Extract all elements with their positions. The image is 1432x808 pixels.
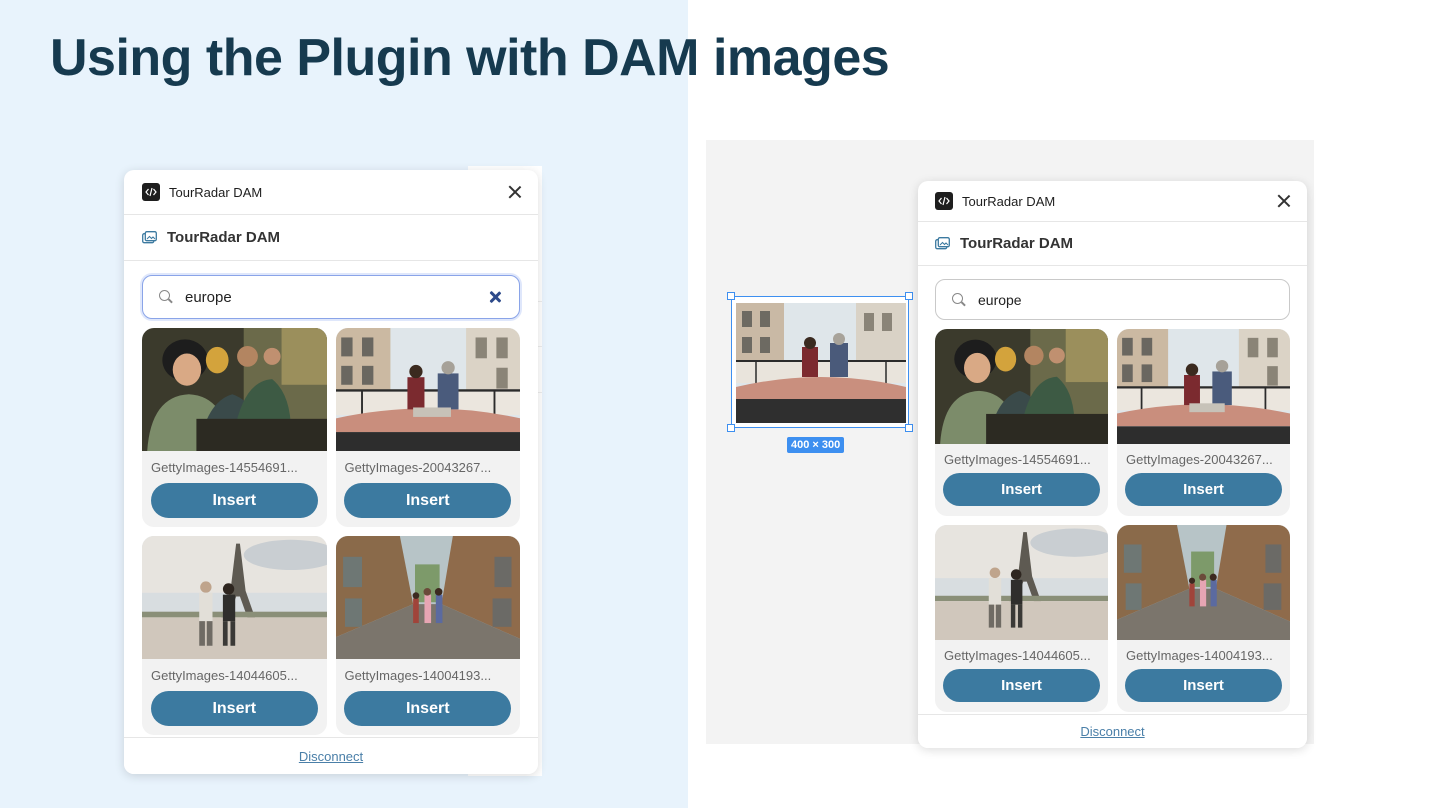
insert-button[interactable]: Insert bbox=[1125, 669, 1282, 702]
insert-button[interactable]: Insert bbox=[943, 669, 1100, 702]
image-library-icon bbox=[935, 237, 950, 250]
image-thumbnail[interactable] bbox=[935, 525, 1108, 640]
image-card: GettyImages-14554691... Insert bbox=[142, 328, 327, 527]
insert-button[interactable]: Insert bbox=[943, 473, 1100, 506]
image-thumbnail[interactable] bbox=[142, 328, 327, 451]
image-filename: GettyImages-20043267... bbox=[344, 460, 492, 475]
dam-header-title: TourRadar DAM bbox=[167, 229, 281, 246]
plugin-title: TourRadar DAM bbox=[962, 193, 1056, 209]
plugin-panel-right: TourRadar DAM TourRadar DAM GettyImages-… bbox=[918, 181, 1307, 748]
close-icon[interactable] bbox=[508, 185, 522, 199]
search-icon bbox=[159, 290, 173, 304]
insert-button[interactable]: Insert bbox=[150, 483, 318, 518]
image-library-icon bbox=[142, 231, 157, 244]
insert-button[interactable]: Insert bbox=[344, 483, 512, 518]
image-card: GettyImages-14044605... Insert bbox=[142, 536, 327, 735]
selected-image-frame[interactable] bbox=[731, 296, 909, 428]
resize-handle-br[interactable] bbox=[905, 424, 913, 432]
image-filename: GettyImages-14554691... bbox=[151, 460, 298, 475]
image-card: GettyImages-14554691... Insert bbox=[935, 329, 1108, 516]
image-filename: GettyImages-14044605... bbox=[944, 648, 1091, 663]
search-box[interactable] bbox=[935, 279, 1290, 320]
image-thumbnail[interactable] bbox=[1117, 525, 1290, 640]
dam-header: TourRadar DAM bbox=[124, 215, 538, 261]
disconnect-link[interactable]: Disconnect bbox=[299, 749, 363, 764]
insert-button[interactable]: Insert bbox=[150, 691, 318, 726]
image-card: GettyImages-14004193... Insert bbox=[335, 536, 520, 735]
image-thumbnail[interactable] bbox=[335, 328, 520, 451]
dimension-badge: 400 × 300 bbox=[787, 437, 845, 453]
code-icon bbox=[935, 192, 953, 210]
slide-title: Using the Plugin with DAM images bbox=[50, 29, 890, 87]
resize-handle-bl[interactable] bbox=[727, 424, 735, 432]
image-thumbnail[interactable] bbox=[335, 536, 520, 659]
panel-footer: Disconnect bbox=[918, 714, 1307, 748]
plugin-title: TourRadar DAM bbox=[169, 184, 263, 200]
dam-header-title: TourRadar DAM bbox=[960, 235, 1074, 252]
image-filename: GettyImages-14044605... bbox=[151, 668, 298, 683]
disconnect-link[interactable]: Disconnect bbox=[1080, 724, 1144, 739]
plugin-titlebar: TourRadar DAM bbox=[124, 170, 538, 215]
image-grid: GettyImages-14554691... Insert GettyImag… bbox=[935, 329, 1290, 712]
close-icon[interactable] bbox=[1277, 194, 1291, 208]
code-icon bbox=[142, 183, 160, 201]
search-input[interactable] bbox=[185, 288, 489, 306]
dam-header: TourRadar DAM bbox=[918, 222, 1307, 266]
image-card: GettyImages-14004193... Insert bbox=[1117, 525, 1290, 712]
plugin-panel-left: TourRadar DAM TourRadar DAM GettyImages-… bbox=[124, 170, 538, 774]
plugin-titlebar: TourRadar DAM bbox=[918, 181, 1307, 222]
image-filename: GettyImages-20043267... bbox=[1126, 452, 1273, 467]
search-input[interactable] bbox=[978, 291, 1273, 308]
clear-search-icon[interactable] bbox=[489, 291, 501, 303]
image-card: GettyImages-14044605... Insert bbox=[935, 525, 1108, 712]
image-card: GettyImages-20043267... Insert bbox=[335, 328, 520, 527]
insert-button[interactable]: Insert bbox=[344, 691, 512, 726]
resize-handle-tl[interactable] bbox=[727, 292, 735, 300]
selected-image bbox=[736, 303, 906, 423]
panel-footer: Disconnect bbox=[124, 737, 538, 774]
image-thumbnail[interactable] bbox=[142, 536, 327, 659]
image-filename: GettyImages-14004193... bbox=[344, 668, 492, 683]
image-filename: GettyImages-14554691... bbox=[944, 452, 1091, 467]
resize-handle-tr[interactable] bbox=[905, 292, 913, 300]
search-box[interactable] bbox=[142, 275, 520, 319]
image-thumbnail[interactable] bbox=[1117, 329, 1290, 444]
image-card: GettyImages-20043267... Insert bbox=[1117, 329, 1290, 516]
insert-button[interactable]: Insert bbox=[1125, 473, 1282, 506]
image-thumbnail[interactable] bbox=[935, 329, 1108, 444]
search-icon bbox=[952, 292, 966, 307]
image-grid: GettyImages-14554691... Insert GettyImag… bbox=[142, 328, 520, 735]
image-filename: GettyImages-14004193... bbox=[1126, 648, 1273, 663]
